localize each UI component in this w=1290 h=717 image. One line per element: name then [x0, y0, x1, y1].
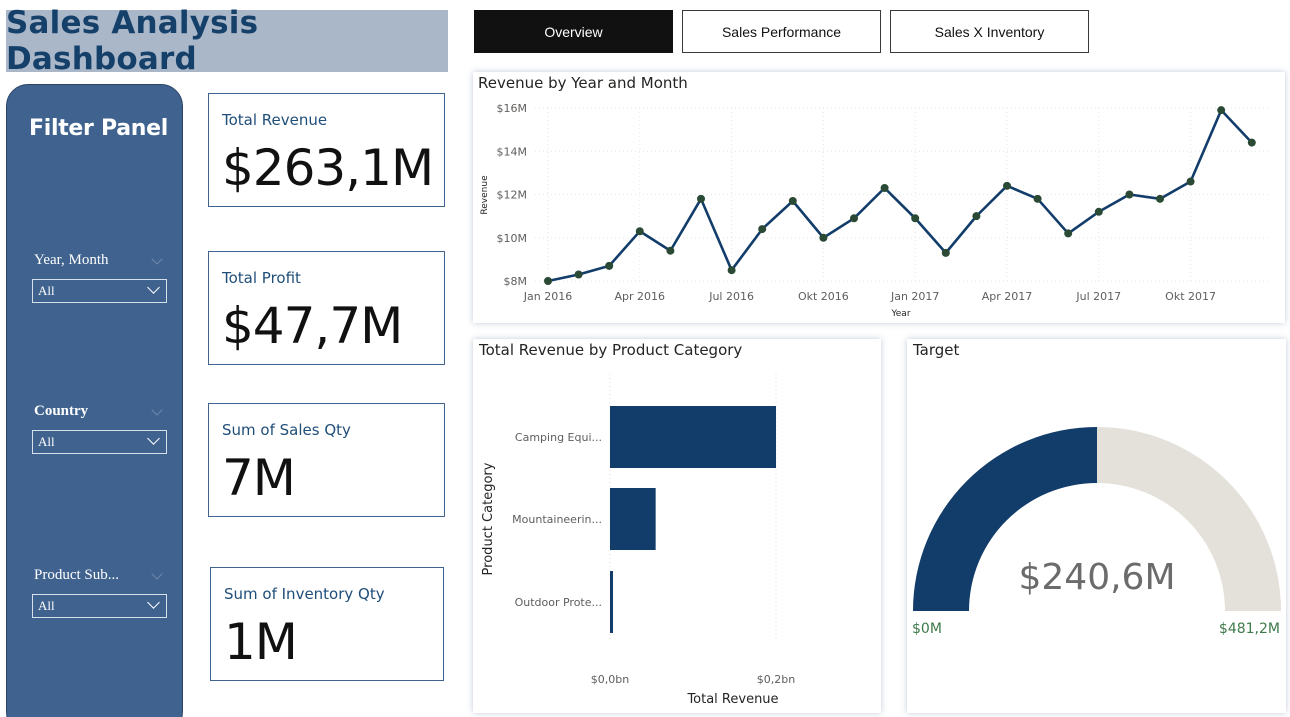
category-label: Camping Equi... — [515, 431, 602, 444]
gauge-value-label: $240,6M — [1018, 557, 1175, 598]
slicer-country-label: Country — [34, 403, 89, 419]
data-point[interactable] — [1064, 229, 1073, 238]
kpi-label: Sum of Inventory Qty — [224, 585, 385, 603]
slicer-year-month-value: All — [38, 283, 55, 298]
kpi-card-total-profit: Total Profit $47,7M — [208, 251, 445, 365]
chevron-down-icon[interactable] — [151, 404, 163, 416]
data-point[interactable] — [1217, 106, 1226, 115]
gauge-max-label: $481,2M — [1219, 621, 1280, 637]
slicer-product-sub-dropdown[interactable]: All — [32, 594, 167, 618]
bar[interactable] — [610, 571, 613, 633]
y-axis-title: Revenue — [480, 175, 490, 215]
slicer-country-value: All — [38, 434, 55, 449]
kpi-value: $47,7M — [222, 297, 403, 355]
x-tick-label: Okt 2017 — [1165, 290, 1216, 303]
kpi-card-sales-qty: Sum of Sales Qty 7M — [208, 403, 445, 517]
data-point[interactable] — [850, 214, 858, 223]
x-axis-title: Total Revenue — [686, 692, 778, 707]
data-point[interactable] — [605, 261, 614, 270]
slicer-product-sub-label: Product Sub... — [34, 567, 120, 583]
category-bar-chart-panel: Total Revenue by Product Category Campin… — [473, 339, 881, 713]
nav-sales-inventory-button[interactable]: Sales X Inventory — [890, 10, 1089, 53]
target-gauge-panel: Target $240,6M $0M $481,2M — [907, 339, 1286, 713]
data-point[interactable] — [911, 214, 920, 223]
slicer-product-sub-value: All — [38, 598, 55, 613]
y-axis-title: Product Category — [481, 462, 496, 575]
x-tick-label: Jan 2017 — [890, 290, 939, 303]
y-tick-label: $14M — [497, 145, 528, 158]
revenue-series-line — [547, 108, 1253, 283]
data-point[interactable] — [1156, 194, 1164, 203]
category-label: Mountaineerin... — [512, 513, 602, 526]
x-tick-label: Jan 2016 — [523, 290, 572, 303]
category-label: Outdoor Prote... — [515, 596, 602, 609]
x-tick-label: Apr 2017 — [982, 290, 1033, 303]
data-point[interactable] — [1247, 138, 1256, 147]
bar[interactable] — [610, 488, 656, 550]
data-point[interactable] — [727, 266, 736, 275]
data-point[interactable] — [1003, 181, 1011, 190]
data-point[interactable] — [788, 196, 797, 205]
x-axis-title: Year — [890, 309, 910, 319]
category-bar-chart[interactable]: Camping Equi... Mountaineerin... Outdoor P… — [473, 339, 881, 713]
filter-panel: Filter Panel Year, Month All Country All… — [6, 84, 183, 717]
data-point[interactable] — [1033, 194, 1042, 203]
data-point[interactable] — [574, 270, 583, 279]
y-tick-label: $12M — [497, 189, 528, 202]
data-point[interactable] — [941, 248, 950, 257]
nav-sales-performance-button[interactable]: Sales Performance — [682, 10, 881, 53]
data-point[interactable] — [697, 194, 705, 203]
filter-panel-title: Filter Panel — [29, 116, 168, 141]
x-tick-label: $0,2bn — [757, 673, 795, 686]
chevron-down-icon — [147, 432, 160, 445]
data-point[interactable] — [880, 184, 889, 193]
kpi-value: 7M — [222, 449, 296, 507]
data-point[interactable] — [666, 246, 675, 255]
data-point[interactable] — [1094, 207, 1103, 216]
x-tick-label: Jul 2016 — [708, 290, 754, 303]
data-point[interactable] — [635, 227, 644, 236]
data-point[interactable] — [1186, 177, 1195, 186]
chevron-down-icon[interactable] — [151, 253, 163, 265]
x-tick-label: Apr 2016 — [615, 290, 666, 303]
bar[interactable] — [610, 406, 776, 468]
nav-overview-button[interactable]: Overview — [474, 10, 673, 53]
kpi-card-total-revenue: Total Revenue $263,1M — [208, 93, 445, 207]
kpi-card-inventory-qty: Sum of Inventory Qty 1M — [210, 567, 444, 681]
dashboard-title-banner: Sales Analysis Dashboard — [6, 5, 448, 77]
x-tick-label: Jul 2017 — [1075, 290, 1121, 303]
y-tick-label: $10M — [497, 232, 528, 245]
chevron-down-icon[interactable] — [151, 568, 163, 580]
data-point[interactable] — [758, 225, 767, 234]
slicer-year-month-dropdown[interactable]: All — [32, 279, 167, 303]
revenue-line-chart-panel: Revenue by Year and Month $8M $10M $12M $14… — [473, 72, 1285, 323]
target-gauge[interactable]: $240,6M $0M $481,2M — [907, 339, 1286, 713]
data-point[interactable] — [972, 212, 981, 221]
kpi-value: $263,1M — [222, 139, 434, 197]
chevron-down-icon — [147, 596, 160, 609]
slicer-year-month-label: Year, Month — [34, 252, 109, 268]
kpi-label: Total Revenue — [222, 111, 328, 129]
kpi-label: Sum of Sales Qty — [222, 421, 351, 439]
slicer-country-dropdown[interactable]: All — [32, 430, 167, 454]
revenue-line-chart[interactable]: $8M $10M $12M $14M $16M Jan 2016 Apr 2016 Jul 2… — [473, 72, 1285, 323]
data-point[interactable] — [819, 233, 828, 242]
y-tick-label: $16M — [497, 102, 528, 115]
x-tick-label: $0,0bn — [591, 673, 629, 686]
gauge-min-label: $0M — [912, 621, 942, 637]
chevron-down-icon — [147, 281, 160, 294]
kpi-label: Total Profit — [222, 269, 301, 287]
x-tick-label: Okt 2016 — [798, 290, 849, 303]
page-title: Sales Analysis Dashboard — [6, 5, 259, 77]
data-point[interactable] — [1125, 190, 1134, 199]
y-tick-label: $8M — [504, 275, 528, 288]
kpi-value: 1M — [224, 613, 298, 671]
data-point[interactable] — [544, 277, 552, 285]
